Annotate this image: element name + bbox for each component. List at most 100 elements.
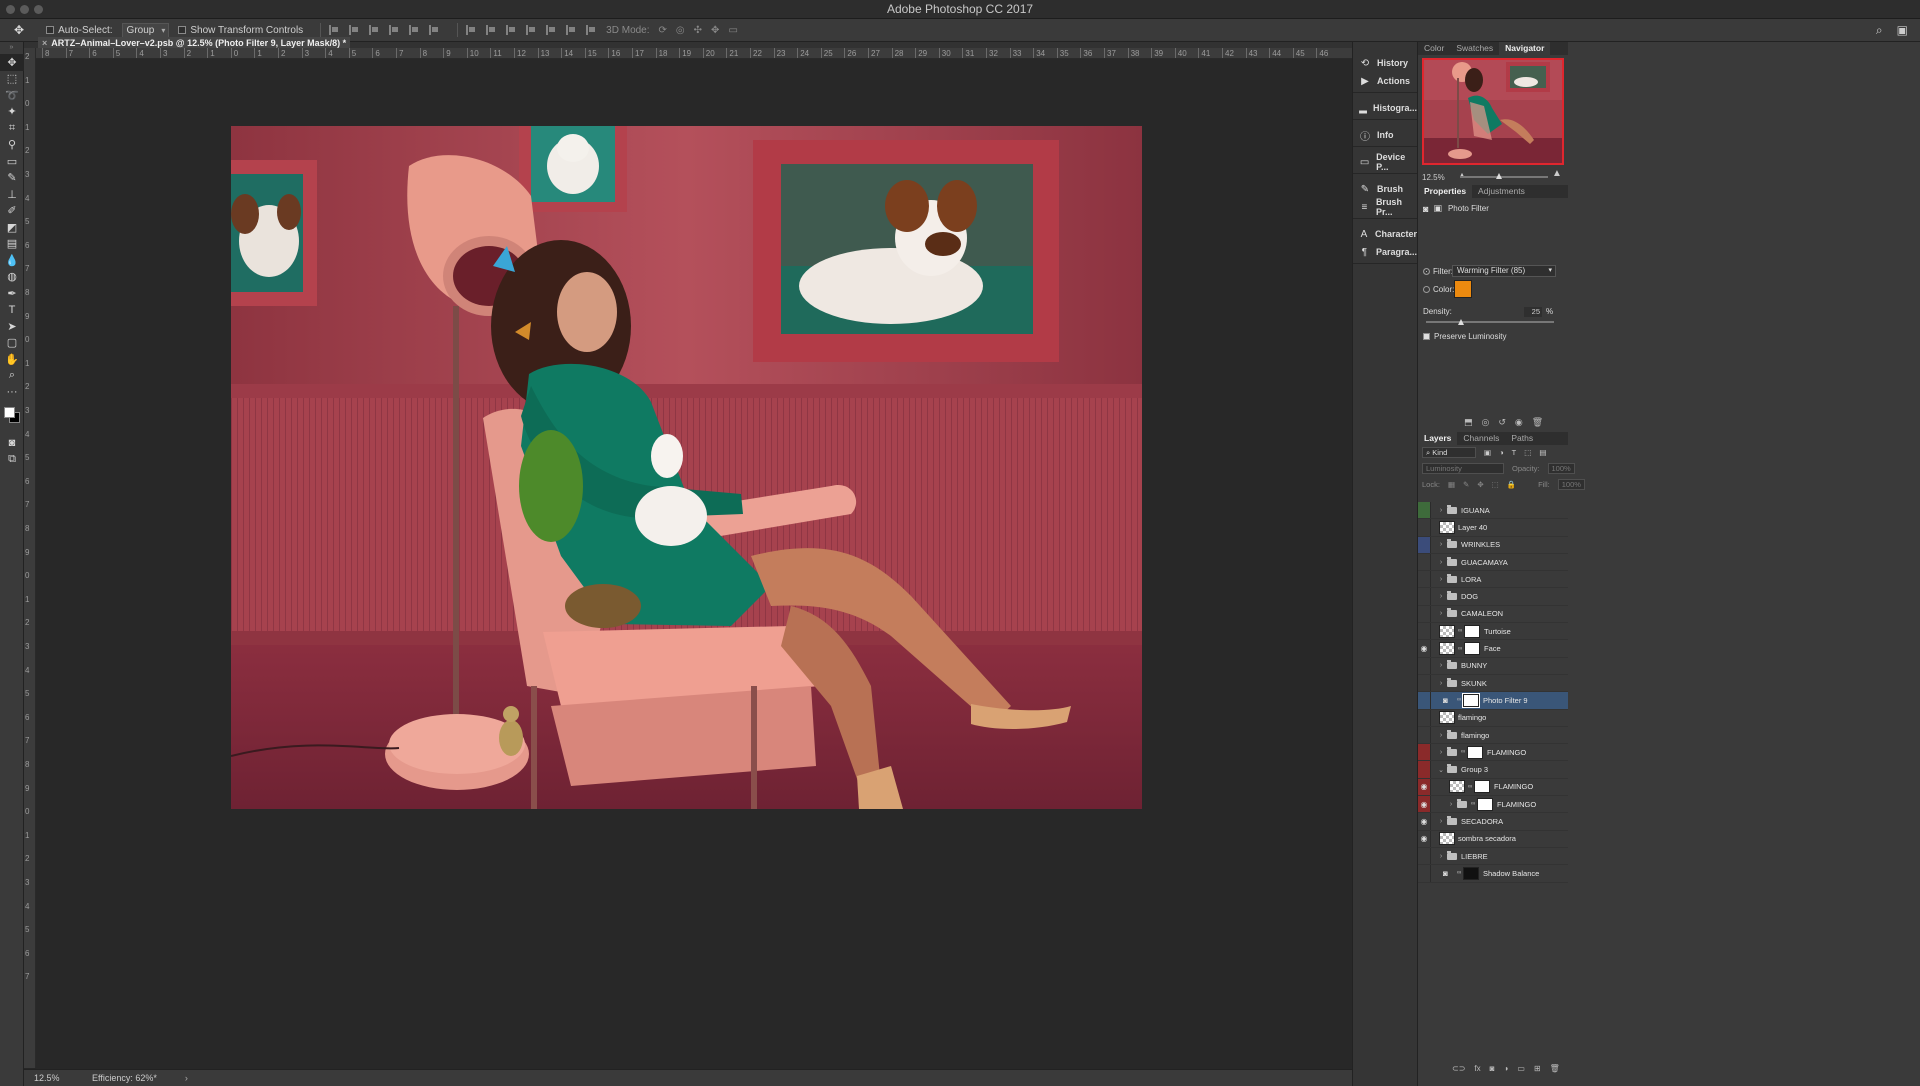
distribute-right-icon[interactable] <box>566 25 576 35</box>
lock-artboard-icon[interactable]: ⬚ <box>1492 480 1499 489</box>
auto-select-checkbox[interactable]: Auto-Select: <box>46 25 113 36</box>
chevron-right-icon[interactable]: › <box>1437 559 1445 566</box>
chevron-right-icon[interactable]: › <box>1437 541 1445 548</box>
3d-roll-icon[interactable]: ◎ <box>676 25 685 36</box>
chevron-right-icon[interactable]: › <box>1437 576 1445 583</box>
dock-item-character[interactable]: A Character <box>1353 225 1417 243</box>
eye-icon[interactable]: ◉ <box>1418 640 1431 657</box>
workspace-icon[interactable]: ▣ <box>1897 23 1908 38</box>
lock-position-icon[interactable]: ✥ <box>1477 480 1483 489</box>
layer-thumbnail[interactable] <box>1439 711 1455 725</box>
chevron-right-icon[interactable]: › <box>1437 593 1445 600</box>
history-brush-tool-icon[interactable]: ✐ <box>0 203 24 220</box>
eyedropper-tool-icon[interactable]: ⚲ <box>0 137 24 154</box>
close-document-icon[interactable]: × <box>42 38 47 48</box>
filter-color-swatch[interactable] <box>1454 280 1472 298</box>
layer-row[interactable]: › LIEBRE <box>1418 847 1568 866</box>
visibility-toggle[interactable] <box>1418 761 1431 778</box>
dock-item-history[interactable]: ⟲ History <box>1353 54 1417 72</box>
path-selection-tool-icon[interactable]: ➤ <box>0 318 24 335</box>
tab-layers[interactable]: Layers <box>1418 432 1458 445</box>
align-right-icon[interactable] <box>429 25 439 35</box>
tab-paths[interactable]: Paths <box>1505 432 1539 445</box>
tab-channels[interactable]: Channels <box>1457 432 1505 445</box>
layer-row[interactable]: ◉ › SECADORA <box>1418 813 1568 831</box>
auto-select-dropdown[interactable]: Group <box>121 22 170 38</box>
visibility-toggle[interactable] <box>1418 657 1431 674</box>
layer-row[interactable]: › BUNNY <box>1418 657 1568 675</box>
align-top-icon[interactable] <box>329 25 339 35</box>
layer-mask-thumbnail[interactable] <box>1467 745 1483 759</box>
3d-rotate-icon[interactable]: ⟳ <box>659 25 667 36</box>
chevron-right-icon[interactable]: › <box>1437 732 1445 739</box>
chevron-right-icon[interactable]: › <box>1437 680 1445 687</box>
color-radio[interactable]: Color: <box>1423 285 1454 294</box>
delete-icon[interactable]: 🗑 <box>1532 417 1543 428</box>
kind-filter-dropdown[interactable]: ⌕ Kind <box>1422 447 1476 458</box>
layer-row[interactable]: › SKUNK <box>1418 674 1568 693</box>
tab-adjustments[interactable]: Adjustments <box>1472 185 1531 198</box>
visibility-toggle[interactable] <box>1418 692 1431 709</box>
chevron-right-icon[interactable]: › <box>1437 610 1445 617</box>
filter-smartobject-icon[interactable]: ▤ <box>1539 448 1546 457</box>
navigator-zoom-field[interactable]: 12.5% <box>1422 173 1445 182</box>
clip-to-layer-icon[interactable]: ⬒ <box>1464 417 1473 428</box>
filter-dropdown[interactable]: Warming Filter (85) ▾ <box>1452 265 1556 277</box>
layer-row[interactable]: › flamingo <box>1418 726 1568 745</box>
chevron-right-icon[interactable]: › <box>1437 749 1445 756</box>
layer-row[interactable]: › CAMALEON <box>1418 605 1568 624</box>
hand-tool-icon[interactable]: ✋ <box>0 351 24 368</box>
visibility-toggle[interactable] <box>1418 674 1431 692</box>
eye-icon[interactable]: ◉ <box>1418 796 1431 813</box>
auto-align-icon[interactable] <box>586 25 596 35</box>
dock-item-brush[interactable]: ✎ Brush <box>1353 180 1417 198</box>
3d-pan-icon[interactable]: ✣ <box>694 25 702 36</box>
align-horizontal-center-icon[interactable] <box>409 25 419 35</box>
visibility-toggle[interactable] <box>1418 519 1431 536</box>
tools-collapse-icon[interactable]: » <box>0 42 23 54</box>
tab-properties[interactable]: Properties <box>1418 185 1473 198</box>
dock-item-brush-pr[interactable]: ≡ Brush Pr... <box>1353 197 1417 217</box>
lock-image-icon[interactable]: ✎ <box>1463 480 1469 489</box>
opacity-input[interactable]: 100% <box>1547 463 1575 474</box>
layer-row[interactable]: › IGUANA <box>1418 502 1568 520</box>
dock-item-histogra[interactable]: ▂ Histogra... <box>1353 99 1417 117</box>
horizontal-ruler[interactable]: 8 7 6 5 4 3 2 1 0 1 2 3 4 5 6 7 8 9 10 11 12 13 14 15 16 17 18 19 20… <box>36 48 1352 59</box>
dock-item-actions[interactable]: ▶ Actions <box>1353 72 1417 90</box>
marquee-tool-icon[interactable]: ⬚ <box>0 71 24 88</box>
visibility-toggle[interactable] <box>1418 502 1431 519</box>
lasso-tool-icon[interactable]: ➰ <box>0 87 24 104</box>
zoom-tool-icon[interactable]: ⌕ <box>0 368 24 385</box>
layer-thumbnail[interactable] <box>1439 624 1455 638</box>
layer-thumbnail[interactable] <box>1439 832 1455 846</box>
filter-shape-icon[interactable]: ⬚ <box>1524 448 1531 457</box>
filter-pixel-icon[interactable]: ▣ <box>1484 448 1491 457</box>
dock-item-device-p[interactable]: ▭ Device P... <box>1353 152 1417 172</box>
visibility-toggle[interactable] <box>1418 536 1431 553</box>
pen-tool-icon[interactable]: ✒ <box>0 285 24 302</box>
visibility-toggle[interactable] <box>1418 847 1431 865</box>
density-input[interactable]: 25 <box>1524 307 1542 317</box>
shape-tool-icon[interactable]: ▢ <box>0 335 24 352</box>
dock-item-info[interactable]: ⓘ Info <box>1353 126 1417 144</box>
layer-row[interactable]: ◉ ∞ FLAMINGO <box>1418 778 1568 797</box>
tab-color[interactable]: Color <box>1418 42 1450 55</box>
edit-toolbar-icon[interactable]: ··· <box>0 384 24 401</box>
lock-transparent-icon[interactable]: ▦ <box>1448 480 1455 489</box>
add-mask-icon[interactable]: ◙ <box>1490 1064 1495 1076</box>
3d-slide-icon[interactable]: ✥ <box>711 25 719 36</box>
layer-mask-thumbnail[interactable] <box>1462 692 1480 708</box>
document-canvas[interactable] <box>231 126 1142 809</box>
filter-type-icon[interactable]: T <box>1512 448 1517 457</box>
layer-mask-thumbnail[interactable] <box>1464 624 1480 638</box>
minimize-window-button[interactable] <box>20 5 29 14</box>
view-previous-icon[interactable]: ◎ <box>1482 417 1490 428</box>
layer-row[interactable]: › GUACAMAYA <box>1418 553 1568 572</box>
visibility-toggle[interactable] <box>1418 588 1431 605</box>
clone-stamp-tool-icon[interactable]: ⊥ <box>0 186 24 203</box>
layer-mask-thumbnail[interactable] <box>1463 866 1479 880</box>
chevron-right-icon[interactable]: › <box>1437 507 1445 514</box>
zoom-in-icon[interactable]: ▲ <box>1552 168 1562 179</box>
fill-input[interactable]: 100% <box>1557 479 1585 490</box>
visibility-toggle[interactable] <box>1418 623 1431 640</box>
